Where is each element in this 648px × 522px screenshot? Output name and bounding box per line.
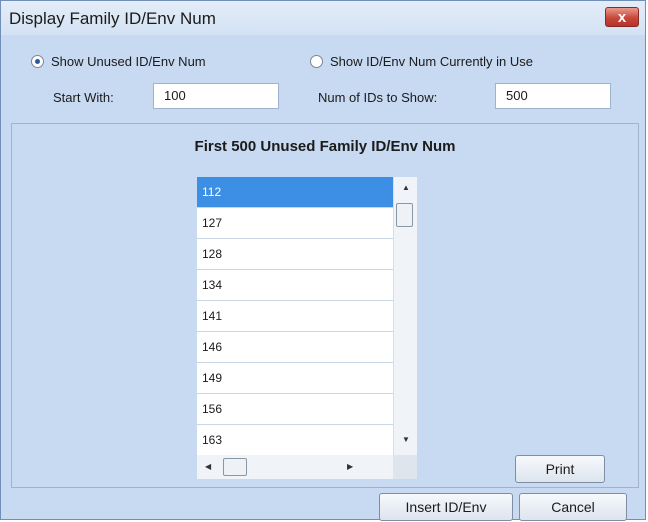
list-item[interactable]: 128 xyxy=(197,239,393,270)
cancel-button[interactable]: Cancel xyxy=(519,493,627,521)
scrollbar-corner xyxy=(393,455,417,479)
radio-show-in-use-label: Show ID/Env Num Currently in Use xyxy=(330,54,534,69)
close-icon: x xyxy=(617,9,627,26)
insert-id-env-button[interactable]: Insert ID/Env xyxy=(379,493,513,521)
scroll-down-icon[interactable]: ▼ xyxy=(402,435,410,444)
id-list[interactable]: 112 127 128 134 141 146 149 156 163 xyxy=(197,177,393,455)
close-button[interactable]: x xyxy=(605,7,639,27)
scroll-right-icon[interactable]: ▶ xyxy=(347,462,353,471)
num-ids-label: Num of IDs to Show: xyxy=(318,90,438,105)
scroll-left-icon[interactable]: ◀ xyxy=(205,462,211,471)
list-item[interactable]: 146 xyxy=(197,332,393,363)
vertical-scroll-thumb[interactable] xyxy=(396,203,413,227)
radio-show-unused[interactable] xyxy=(31,55,44,68)
num-ids-field[interactable]: 500 xyxy=(495,83,611,109)
start-with-field[interactable]: 100 xyxy=(153,83,279,109)
radio-show-unused-label: Show Unused ID/Env Num xyxy=(51,54,206,69)
list-item[interactable]: 156 xyxy=(197,394,393,425)
panel-title: First 500 Unused Family ID/Env Num xyxy=(194,138,456,155)
horizontal-scrollbar[interactable]: ◀ ▶ xyxy=(197,455,393,479)
list-item[interactable]: 112 xyxy=(197,177,393,208)
dialog-window: Display Family ID/Env Num x Show Unused … xyxy=(0,0,646,521)
horizontal-scroll-thumb[interactable] xyxy=(223,458,247,476)
vertical-scrollbar[interactable]: ▲ ▼ xyxy=(393,177,417,455)
list-item[interactable]: 141 xyxy=(197,301,393,332)
title-bar[interactable]: Display Family ID/Env Num x xyxy=(1,1,645,35)
list-item[interactable]: 149 xyxy=(197,363,393,394)
start-with-label: Start With: xyxy=(53,90,114,105)
list-item[interactable]: 163 xyxy=(197,425,393,455)
scroll-up-icon[interactable]: ▲ xyxy=(402,183,410,192)
list-item[interactable]: 134 xyxy=(197,270,393,301)
print-button[interactable]: Print xyxy=(515,455,605,483)
window-title: Display Family ID/Env Num xyxy=(9,9,216,28)
radio-show-in-use[interactable] xyxy=(310,55,323,68)
list-item[interactable]: 127 xyxy=(197,208,393,239)
